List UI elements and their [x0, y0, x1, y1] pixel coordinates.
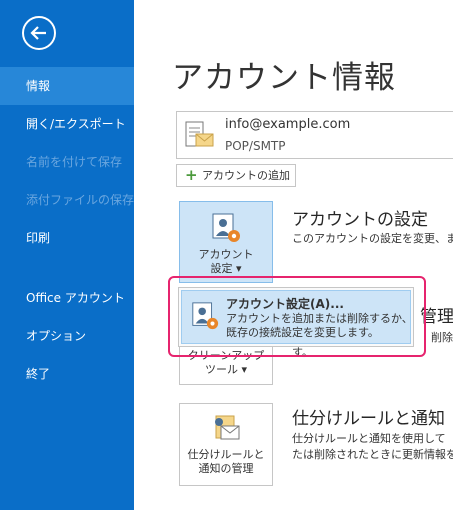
nav-save-attachments[interactable]: 添付ファイルの保存	[0, 181, 134, 219]
backstage-sidebar: 情報 開く/エクスポート 名前を付けて保存 添付ファイルの保存 印刷 Offic…	[0, 0, 134, 510]
section-rules-desc2: たは削除されたときに更新情報を	[292, 448, 453, 461]
section-rules-title: 仕分けルールと通知	[292, 409, 445, 429]
rules-alerts-icon	[215, 415, 240, 440]
account-selector[interactable]: info@example.com POP/SMTP	[176, 111, 453, 159]
rules-alerts-line2: 通知の管理	[198, 462, 254, 475]
nav-print[interactable]: 印刷	[0, 219, 134, 257]
nav-exit[interactable]: 終了	[0, 355, 134, 393]
highlight-box	[168, 276, 426, 357]
cleanup-tools-line2: ツール ▾	[204, 363, 248, 376]
account-settings-icon	[212, 213, 240, 242]
section-cleanup-desc1: 削除や	[431, 331, 453, 344]
rules-alerts-button[interactable]: 仕分けルールと 通知の管理	[179, 403, 273, 486]
email-account-icon	[185, 121, 214, 147]
account-type: POP/SMTP	[225, 139, 286, 153]
nav-save-as[interactable]: 名前を付けて保存	[0, 143, 134, 181]
add-account-button[interactable]: + アカウントの追加	[176, 164, 296, 187]
nav-options[interactable]: オプション	[0, 317, 134, 355]
account-email: info@example.com	[225, 117, 351, 132]
section-account-settings-title: アカウントの設定	[292, 210, 428, 230]
nav-info[interactable]: 情報	[0, 67, 134, 105]
nav-office-account[interactable]: Office アカウント	[0, 279, 134, 317]
add-account-label: アカウントの追加	[202, 169, 290, 182]
section-account-settings-desc: このアカウントの設定を変更、または	[292, 232, 453, 245]
page-title: アカウント情報	[172, 60, 396, 96]
back-button[interactable]	[22, 16, 56, 50]
account-settings-line1: アカウント	[198, 248, 254, 261]
nav-open-export[interactable]: 開く/エクスポート	[0, 105, 134, 143]
section-rules-desc1: 仕分けルールと通知を使用して	[292, 432, 446, 445]
main-content: アカウント情報 info@example.com POP/SMTP + アカウン…	[134, 0, 453, 510]
rules-alerts-line1: 仕分けルールと	[187, 448, 265, 461]
back-arrow-icon	[30, 26, 46, 40]
account-settings-line2: 設定 ▾	[210, 262, 242, 275]
plus-icon: +	[185, 166, 198, 184]
account-settings-button[interactable]: アカウント 設定 ▾	[179, 201, 273, 283]
